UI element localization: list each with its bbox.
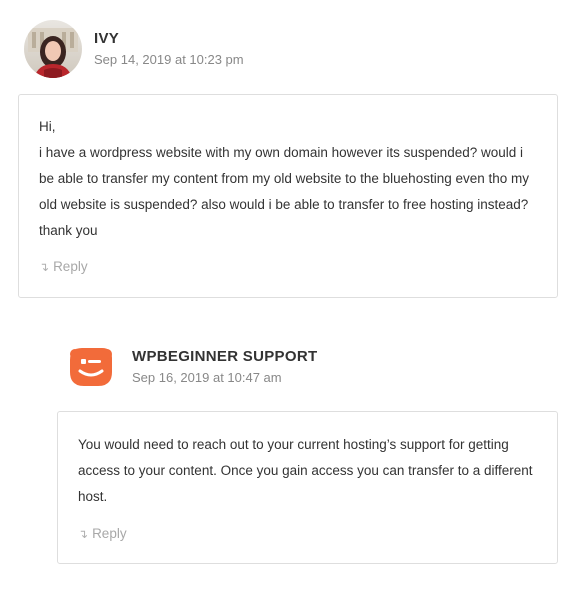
comment-date[interactable]: Sep 16, 2019 at 10:47 am [132,370,317,386]
reply-button[interactable]: ↴ Reply [39,259,88,274]
wpbeginner-logo-avatar-icon [62,338,120,396]
comment-box: You would need to reach out to your curr… [57,411,558,564]
reply-button[interactable]: ↴ Reply [78,526,127,541]
comment-header: WPBEGINNER SUPPORT Sep 16, 2019 at 10:47… [62,338,317,396]
comment-box: Hi, i have a wordpress website with my o… [18,94,558,298]
reply-arrow-icon: ↴ [78,526,89,541]
comment-body: Hi, i have a wordpress website with my o… [39,114,539,244]
comment-header: IVY Sep 14, 2019 at 10:23 pm [24,20,244,78]
comment-body: You would need to reach out to your curr… [78,432,538,510]
author-name[interactable]: IVY [94,30,244,48]
author-block: IVY Sep 14, 2019 at 10:23 pm [94,30,244,68]
comment-text: You would need to reach out to your curr… [78,437,533,504]
comment-greeting: Hi, [39,119,56,134]
avatar [24,20,82,78]
author-name[interactable]: WPBEGINNER SUPPORT [132,348,317,366]
reply-label: Reply [53,259,88,274]
comments-section: IVY Sep 14, 2019 at 10:23 pm Hi, i have … [0,0,576,600]
avatar [62,338,120,396]
comment-text: i have a wordpress website with my own d… [39,145,530,238]
reply-label: Reply [92,526,127,541]
comment-date[interactable]: Sep 14, 2019 at 10:23 pm [94,52,244,68]
user-photo-avatar-icon [24,20,82,78]
author-block: WPBEGINNER SUPPORT Sep 16, 2019 at 10:47… [132,348,317,386]
reply-arrow-icon: ↴ [39,259,50,274]
